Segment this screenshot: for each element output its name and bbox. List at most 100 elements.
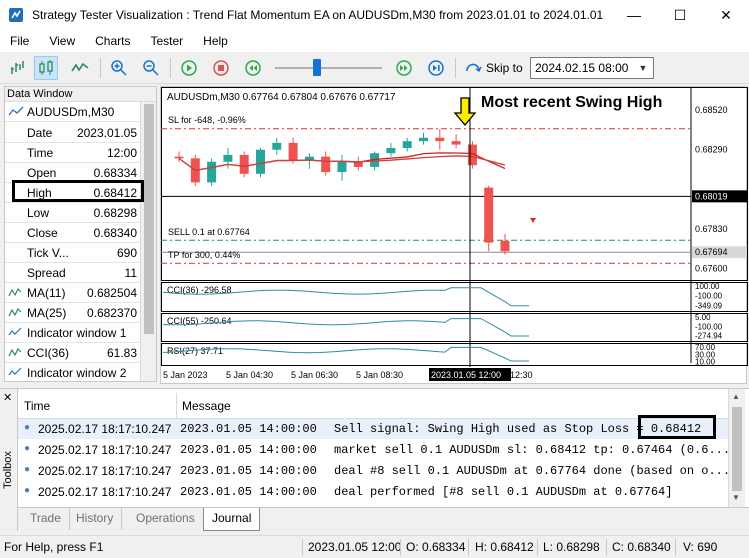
status-high: H: 0.68412 [475, 540, 534, 554]
skip-to-icon[interactable] [461, 56, 485, 80]
toolbox-panel: ✕ Toolbox Time Message ● 2025.02.17 18:17… [0, 388, 749, 531]
price-tick-label: 0.67830 [695, 224, 728, 234]
tab-operations[interactable]: Operations [128, 508, 204, 530]
candle-body [402, 141, 412, 149]
status-date: 2023.01.05 12:00 [308, 540, 402, 554]
indicator-icon [8, 286, 22, 302]
journal-row[interactable]: ●2025.02.17 18:17:10.2472023.01.05 14:00… [18, 482, 728, 502]
indicator-window-icon [8, 326, 22, 342]
indicator-window-icon [8, 366, 22, 381]
rewind-icon[interactable] [241, 56, 265, 80]
high-highlight-box [12, 180, 144, 202]
col-time[interactable]: Time [24, 399, 50, 413]
zoom-in-icon[interactable] [107, 56, 131, 80]
journal-row[interactable]: ●2025.02.17 18:17:10.2472023.01.05 14:00… [18, 419, 728, 439]
journal-row[interactable]: ●2025.02.17 18:17:10.2472023.01.05 14:00… [18, 461, 728, 481]
tab-journal[interactable]: Journal [203, 508, 261, 531]
candle-body [288, 142, 298, 161]
candle-body [174, 156, 184, 159]
time-tick-label: 5 Jan 08:30 [356, 370, 403, 380]
price-tick-label: 0.67694 [695, 247, 728, 257]
skip-to-label: Skip to [486, 61, 523, 75]
info-icon: ● [24, 443, 31, 454]
tab-trade[interactable]: Trade [22, 508, 70, 530]
fast-forward-icon[interactable] [392, 56, 416, 80]
data-row-low: Low 0.68298 [5, 203, 140, 223]
play-icon[interactable] [177, 56, 201, 80]
data-window-scrollbar[interactable] [140, 102, 156, 381]
time-tick-label: 5 Jan 2023 [163, 370, 208, 380]
main-panel-frame [161, 87, 748, 281]
journal-scrollbar[interactable]: ▲ ▼ [728, 389, 745, 507]
menu-charts[interactable]: Charts [85, 34, 140, 48]
candles-icon[interactable] [34, 56, 58, 80]
stop-loss-highlight-box [638, 415, 716, 439]
time-tick-label: 5 Jan 06:30 [291, 370, 338, 380]
candle-body [337, 161, 347, 173]
menu-help[interactable]: Help [193, 34, 238, 48]
time-tick-label: 5 Jan 04:30 [226, 370, 273, 380]
menu-view[interactable]: View [39, 34, 85, 48]
indicator-tick-label: 10.00 [695, 358, 716, 367]
calendar-dropdown-icon[interactable]: ▼ [635, 60, 651, 76]
stop-icon[interactable] [209, 56, 233, 80]
data-row-spread: Spread 11 [5, 263, 140, 283]
candle-body [435, 137, 445, 142]
candle-body [207, 161, 217, 183]
candle-body [239, 154, 249, 174]
data-row-ma-25: MA(25) 0.682370 [5, 303, 140, 323]
info-icon: ● [24, 464, 31, 475]
sell-arrow-icon [530, 218, 536, 223]
toolbox-label: Toolbox [2, 451, 14, 489]
chart-header: AUDUSDm,M30 0.67764 0.67804 0.67676 0.67… [167, 92, 396, 103]
tab-history[interactable]: History [68, 508, 123, 530]
candle-body [451, 141, 461, 145]
speed-slider-track[interactable] [275, 67, 382, 69]
cci-36-panel [161, 282, 748, 312]
data-row-indicator-window-1: Indicator window 1 [5, 323, 140, 343]
maximize-button[interactable]: ☐ [657, 0, 703, 30]
toolbox-tabs: Trade History Operations Journal [18, 507, 749, 531]
time-tick-label: 12:30 [510, 370, 533, 380]
candle-body [419, 137, 428, 142]
rsi-27-panel-label: RSI(27) 37.71 [167, 346, 223, 356]
status-close: C: 0.68340 [612, 540, 671, 554]
line-chart-icon[interactable] [68, 56, 92, 80]
menu-file[interactable]: File [0, 34, 39, 48]
price-tick-label: 0.68019 [695, 191, 728, 201]
data-window-symbol: AUDUSDm,M30 [5, 102, 156, 122]
status-open: O: 0.68334 [406, 540, 466, 554]
indicator-tick-label: 5.00 [695, 313, 711, 322]
journal-row[interactable]: ●2025.02.17 18:17:10.2472023.01.05 14:00… [18, 440, 728, 460]
data-row-indicator-window-2: Indicator window 2 [5, 363, 140, 381]
zoom-out-icon[interactable] [139, 56, 163, 80]
indicator-icon [8, 346, 22, 362]
data-window-title: Data Window [5, 87, 156, 102]
data-row-cci-36: CCI(36) 61.83 [5, 343, 140, 363]
skip-to-datetime-field[interactable]: 2024.02.15 08:00 ▼ [530, 57, 654, 79]
col-message[interactable]: Message [182, 399, 231, 413]
swing-high-arrow-icon [453, 97, 477, 127]
toolbox-strip: ✕ Toolbox [0, 389, 18, 531]
title-bar: Strategy Tester Visualization : Trend Fl… [0, 0, 749, 30]
speed-slider-thumb[interactable] [313, 59, 321, 76]
data-row-close: Close 0.68340 [5, 223, 140, 243]
close-toolbox-icon[interactable]: ✕ [3, 391, 12, 404]
symbol-chart-icon [8, 106, 24, 115]
menu-tester[interactable]: Tester [140, 34, 193, 48]
status-help: For Help, press F1 [4, 540, 104, 554]
minimize-button[interactable]: — [611, 0, 657, 30]
journal-header: Time Message [18, 393, 728, 419]
skip-end-icon[interactable] [424, 56, 448, 80]
time-tick-label: 2023.01.05 12:00 [431, 370, 501, 380]
status-volume: V: 690 [683, 540, 718, 554]
info-icon: ● [24, 422, 31, 433]
price-chart[interactable]: AUDUSDm,M30 0.67764 0.67804 0.67676 0.67… [160, 86, 748, 384]
indicators-icon[interactable] [6, 56, 30, 80]
close-button[interactable]: ✕ [703, 0, 749, 30]
data-row-ma-11: MA(11) 0.682504 [5, 283, 140, 303]
status-low: L: 0.68298 [543, 540, 600, 554]
rsi-27-panel [161, 343, 748, 366]
indicator-tick-label: -274.94 [695, 332, 723, 341]
data-row-time: Time 12:00 [5, 143, 140, 163]
